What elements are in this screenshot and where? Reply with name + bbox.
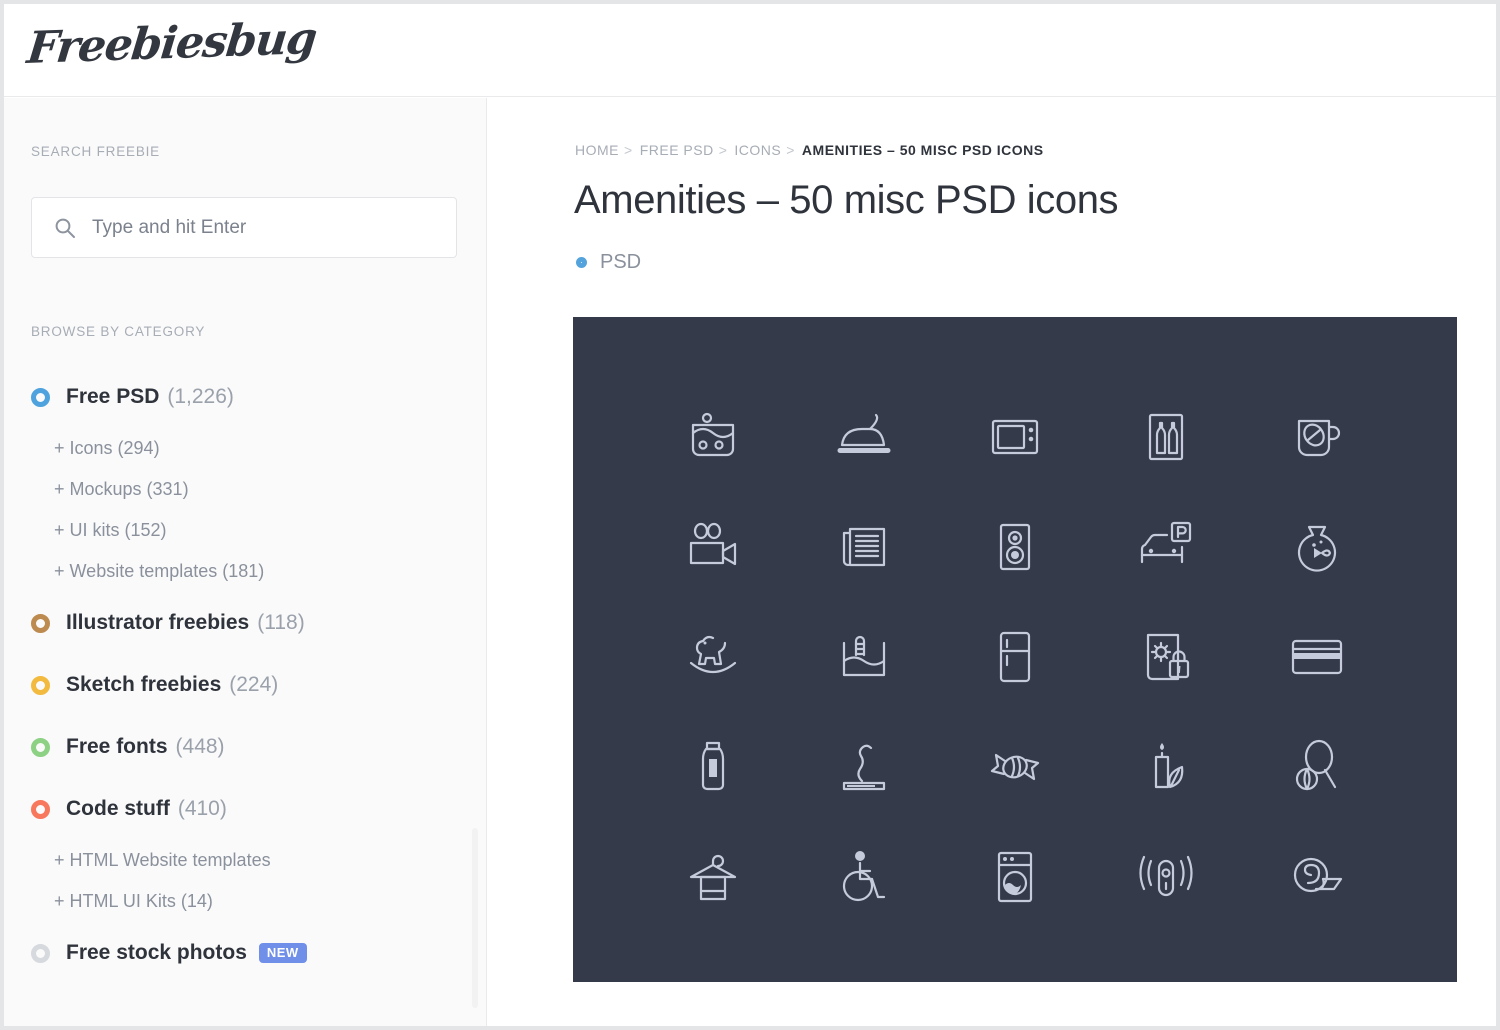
- breadcrumb: HOME > FREE PSD > ICONS > AMENITIES – 50 MISC …: [575, 142, 1044, 158]
- freebie-preview-image[interactable]: [573, 317, 1457, 982]
- category-bullet-icon: [31, 943, 50, 963]
- breadcrumb-item[interactable]: FREE PSD: [640, 142, 714, 158]
- search-section-label: SEARCH FREEBIE: [31, 144, 160, 159]
- tennis-racket-icon: [1285, 735, 1349, 799]
- category-count: (410): [177, 797, 227, 820]
- category-bullet-icon: [31, 737, 50, 757]
- wheelchair-access-icon: [832, 845, 896, 909]
- rocking-horse-icon: [681, 625, 745, 689]
- breadcrumb-separator: >: [624, 142, 633, 158]
- speaker-icon: [983, 515, 1047, 579]
- water-bottle-icon: [681, 735, 745, 799]
- page-title: Amenities – 50 misc PSD icons: [574, 178, 1119, 222]
- tag-bullet-icon: [576, 257, 587, 268]
- aroma-candle-icon: [1134, 735, 1198, 799]
- icon-grid: [638, 382, 1392, 932]
- refrigerator-icon: [983, 625, 1047, 689]
- coffee-cup-icon: [1285, 405, 1349, 469]
- category-label: Free stock photos: [66, 941, 247, 964]
- breadcrumb-item: AMENITIES – 50 MISC PSD ICONS: [801, 142, 1044, 158]
- credit-card-icon: [1285, 625, 1349, 689]
- main-content: HOME > FREE PSD > ICONS > AMENITIES – 50 MISC …: [488, 98, 1496, 1026]
- status-badge-new: NEW: [258, 943, 307, 963]
- site-header: Freebiesbug: [4, 4, 1496, 97]
- category-bullet-icon: [31, 675, 50, 695]
- breadcrumb-item[interactable]: ICONS: [734, 142, 781, 158]
- newspaper-icon: [832, 515, 896, 579]
- browse-section-label: BROWSE BY CATEGORY: [31, 324, 206, 339]
- search-icon: [54, 217, 76, 239]
- category-label: Sketch freebies: [66, 673, 222, 696]
- sidebar: SEARCH FREEBIE BROWSE BY CATEGORY Free P…: [4, 98, 487, 1026]
- sidebar-category-sketch-freebies[interactable]: Sketch freebies (224): [4, 654, 486, 716]
- rolled-towel-icon: [1285, 845, 1349, 909]
- sidebar-category-illustrator-freebies[interactable]: Illustrator freebies (118): [4, 592, 486, 654]
- breadcrumb-separator: >: [718, 142, 728, 158]
- cigarette-icon: [832, 735, 896, 799]
- iron-icon: [832, 405, 896, 469]
- sidebar-subcategory[interactable]: + UI kits (152): [4, 510, 486, 551]
- car-parking-icon: [1134, 515, 1198, 579]
- candy-icon: [983, 735, 1047, 799]
- subcategory-label: + HTML UI Kits (14): [54, 891, 213, 911]
- minibar-bottles-icon: [1134, 405, 1198, 469]
- browser-page: Freebiesbug SEARCH FREEBIE BROWSE BY CAT…: [4, 4, 1496, 1026]
- swimming-pool-icon: [832, 625, 896, 689]
- search-input[interactable]: [90, 198, 450, 257]
- category-label: Free fonts: [66, 735, 168, 758]
- category-bullet-icon: [31, 613, 50, 633]
- site-logo[interactable]: Freebiesbug: [25, 13, 319, 74]
- sidebar-category-code-stuff[interactable]: Code stuff (410): [4, 778, 486, 840]
- sidebar-subcategory[interactable]: + Icons (294): [4, 428, 486, 469]
- tag-label: PSD: [600, 251, 642, 273]
- video-camera-icon: [681, 515, 745, 579]
- sidebar-scrollbar[interactable]: [472, 828, 478, 1008]
- fish-bowl-icon: [1285, 515, 1349, 579]
- category-count: (448): [175, 735, 225, 758]
- washing-machine-icon: [983, 845, 1047, 909]
- subcategory-label: + Icons (294): [54, 438, 160, 458]
- category-label: Free PSD: [66, 385, 160, 408]
- post-tag[interactable]: PSD: [576, 251, 641, 274]
- safe-lock-icon: [1134, 625, 1198, 689]
- sidebar-category-free-psd[interactable]: Free PSD (1,226): [4, 366, 486, 428]
- category-label: Illustrator freebies: [66, 611, 250, 634]
- category-count: (118): [257, 611, 305, 634]
- breadcrumb-separator: >: [786, 142, 795, 158]
- subcategory-label: + UI kits (152): [54, 520, 167, 540]
- sidebar-subcategory[interactable]: + Website templates (181): [4, 551, 486, 592]
- hanger-towel-icon: [681, 845, 745, 909]
- subcategory-label: + Mockups (331): [54, 479, 189, 499]
- sidebar-subcategory[interactable]: + HTML UI Kits (14): [4, 881, 486, 922]
- category-label: Code stuff: [66, 797, 170, 820]
- category-bullet-icon: [31, 387, 50, 407]
- laundry-tub-icon: [681, 405, 745, 469]
- sidebar-subcategory[interactable]: + HTML Website templates: [4, 840, 486, 881]
- breadcrumb-item[interactable]: HOME: [575, 142, 619, 158]
- sidebar-category-free-fonts[interactable]: Free fonts (448): [4, 716, 486, 778]
- category-count: (1,226): [167, 385, 234, 408]
- category-bullet-icon: [31, 799, 50, 819]
- sidebar-category-free-stock-photos[interactable]: Free stock photos NEW: [4, 922, 486, 984]
- sidebar-subcategory[interactable]: + Mockups (331): [4, 469, 486, 510]
- search-field-wrapper[interactable]: [31, 197, 457, 258]
- subcategory-label: + Website templates (181): [54, 561, 265, 581]
- category-list: Free PSD (1,226) + Icons (294) + Mockups (3…: [4, 366, 486, 984]
- category-count: (224): [229, 673, 279, 696]
- microwave-icon: [983, 405, 1047, 469]
- remote-signal-icon: [1134, 845, 1198, 909]
- subcategory-label: + HTML Website templates: [54, 850, 271, 870]
